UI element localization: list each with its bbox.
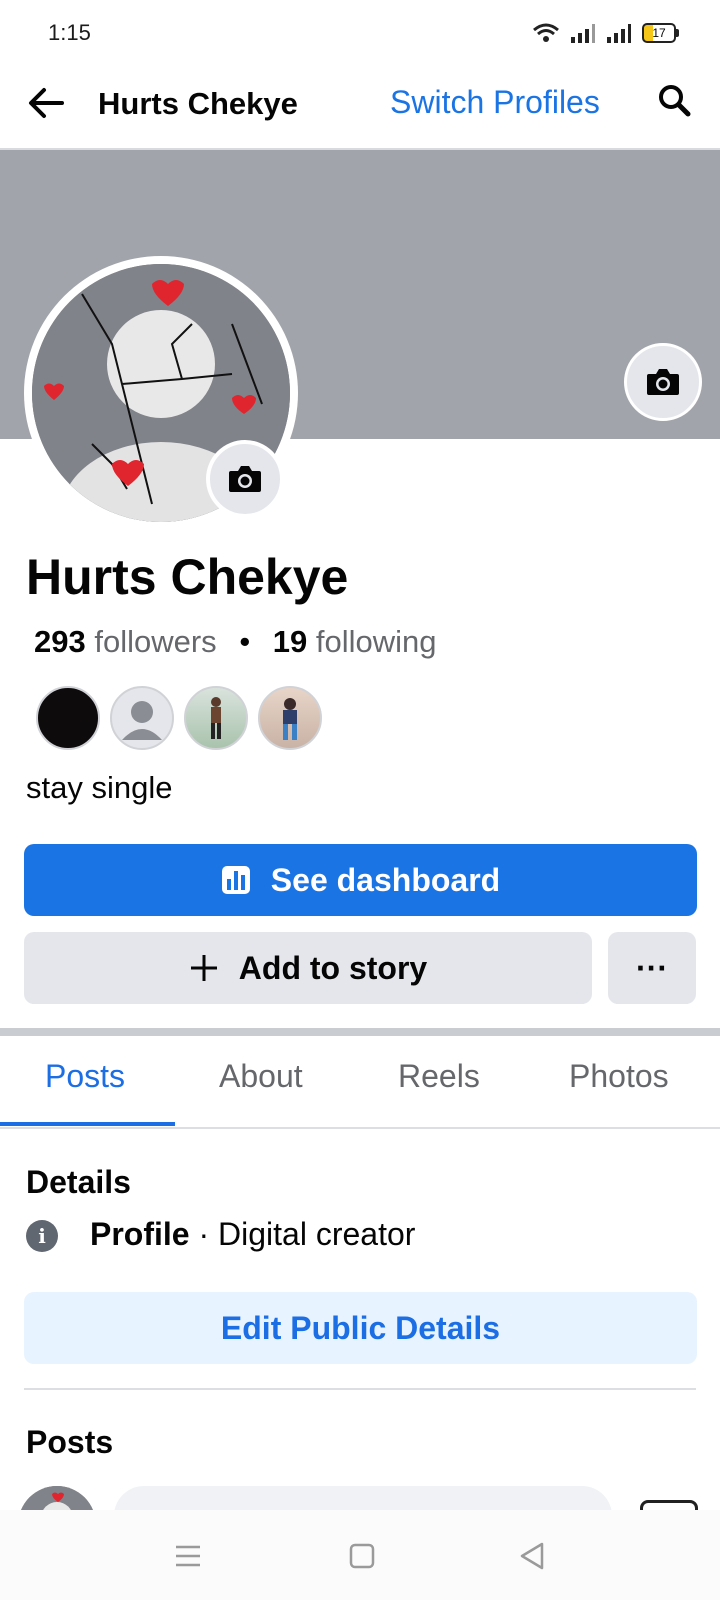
tab-about[interactable]: About [219,1058,303,1095]
square-icon [349,1543,375,1569]
signal-icon-2 [607,24,631,43]
person-photo [211,697,221,739]
tab-posts[interactable]: Posts [45,1058,125,1095]
profile-type-label: Profile [90,1216,190,1252]
status-time: 1:15 [48,20,91,45]
profile-name: Hurts Chekye [26,549,349,605]
followers-label: followers [94,624,217,659]
camera-icon [647,369,679,395]
switch-profiles-link[interactable]: Switch Profiles [390,84,600,121]
profile-bio: stay single [26,770,173,805]
home-nav-button[interactable] [342,1536,382,1576]
dashboard-icon [221,866,250,894]
edit-cover-button[interactable] [624,343,702,421]
see-dashboard-button[interactable]: See dashboard [24,844,697,916]
divider [24,1388,696,1390]
stats-separator: • [239,624,251,659]
active-tab-indicator [0,1122,175,1126]
battery-icon: 17 [642,23,679,43]
search-icon [659,85,691,117]
profile-type-value: · Digital creator [198,1216,416,1252]
header-title: Hurts Chekye [98,86,298,121]
menu-nav-button[interactable] [168,1536,208,1576]
profile-type-detail: Profile · Digital creator [90,1216,415,1253]
follower-avatar[interactable] [36,686,100,750]
posts-heading: Posts [26,1424,114,1460]
edit-public-details-button[interactable]: Edit Public Details [24,1292,697,1364]
more-options-button[interactable]: ··· [608,932,696,1004]
details-heading: Details [26,1164,131,1200]
edit-profile-picture-button[interactable] [206,440,284,518]
signal-icon [571,24,595,43]
section-divider [0,1028,720,1036]
follower-avatar[interactable] [184,686,248,750]
follower-avatar[interactable] [110,686,174,750]
person-photo [283,698,297,740]
add-to-story-label: Add to story [238,949,428,986]
more-options-icon: ··· [636,949,668,986]
top-app-bar: Hurts Chekye Switch Profiles [0,58,720,150]
plus-icon [190,955,217,981]
following-label: following [315,624,437,659]
default-avatar-icon [122,701,162,740]
follower-avatars[interactable] [36,686,322,750]
back-nav-button[interactable] [512,1536,552,1576]
back-triangle-icon [520,1542,544,1570]
menu-icon [176,1545,200,1567]
search-button[interactable] [656,82,696,122]
add-to-story-button[interactable]: Add to story [24,932,592,1004]
back-button[interactable] [24,80,70,126]
status-icons: 17 [532,22,679,44]
info-icon: i [26,1220,58,1252]
wifi-icon [533,23,559,42]
follower-avatar[interactable] [258,686,322,750]
see-dashboard-label: See dashboard [270,861,501,898]
follow-stats[interactable]: 293 followers • 19 following [34,624,437,660]
camera-icon [229,466,261,492]
back-arrow-icon [29,88,64,118]
tab-bar-border [0,1127,720,1129]
following-count: 19 [272,624,308,659]
tab-reels[interactable]: Reels [398,1058,480,1095]
tab-photos[interactable]: Photos [569,1058,669,1095]
followers-count: 293 [34,624,86,659]
